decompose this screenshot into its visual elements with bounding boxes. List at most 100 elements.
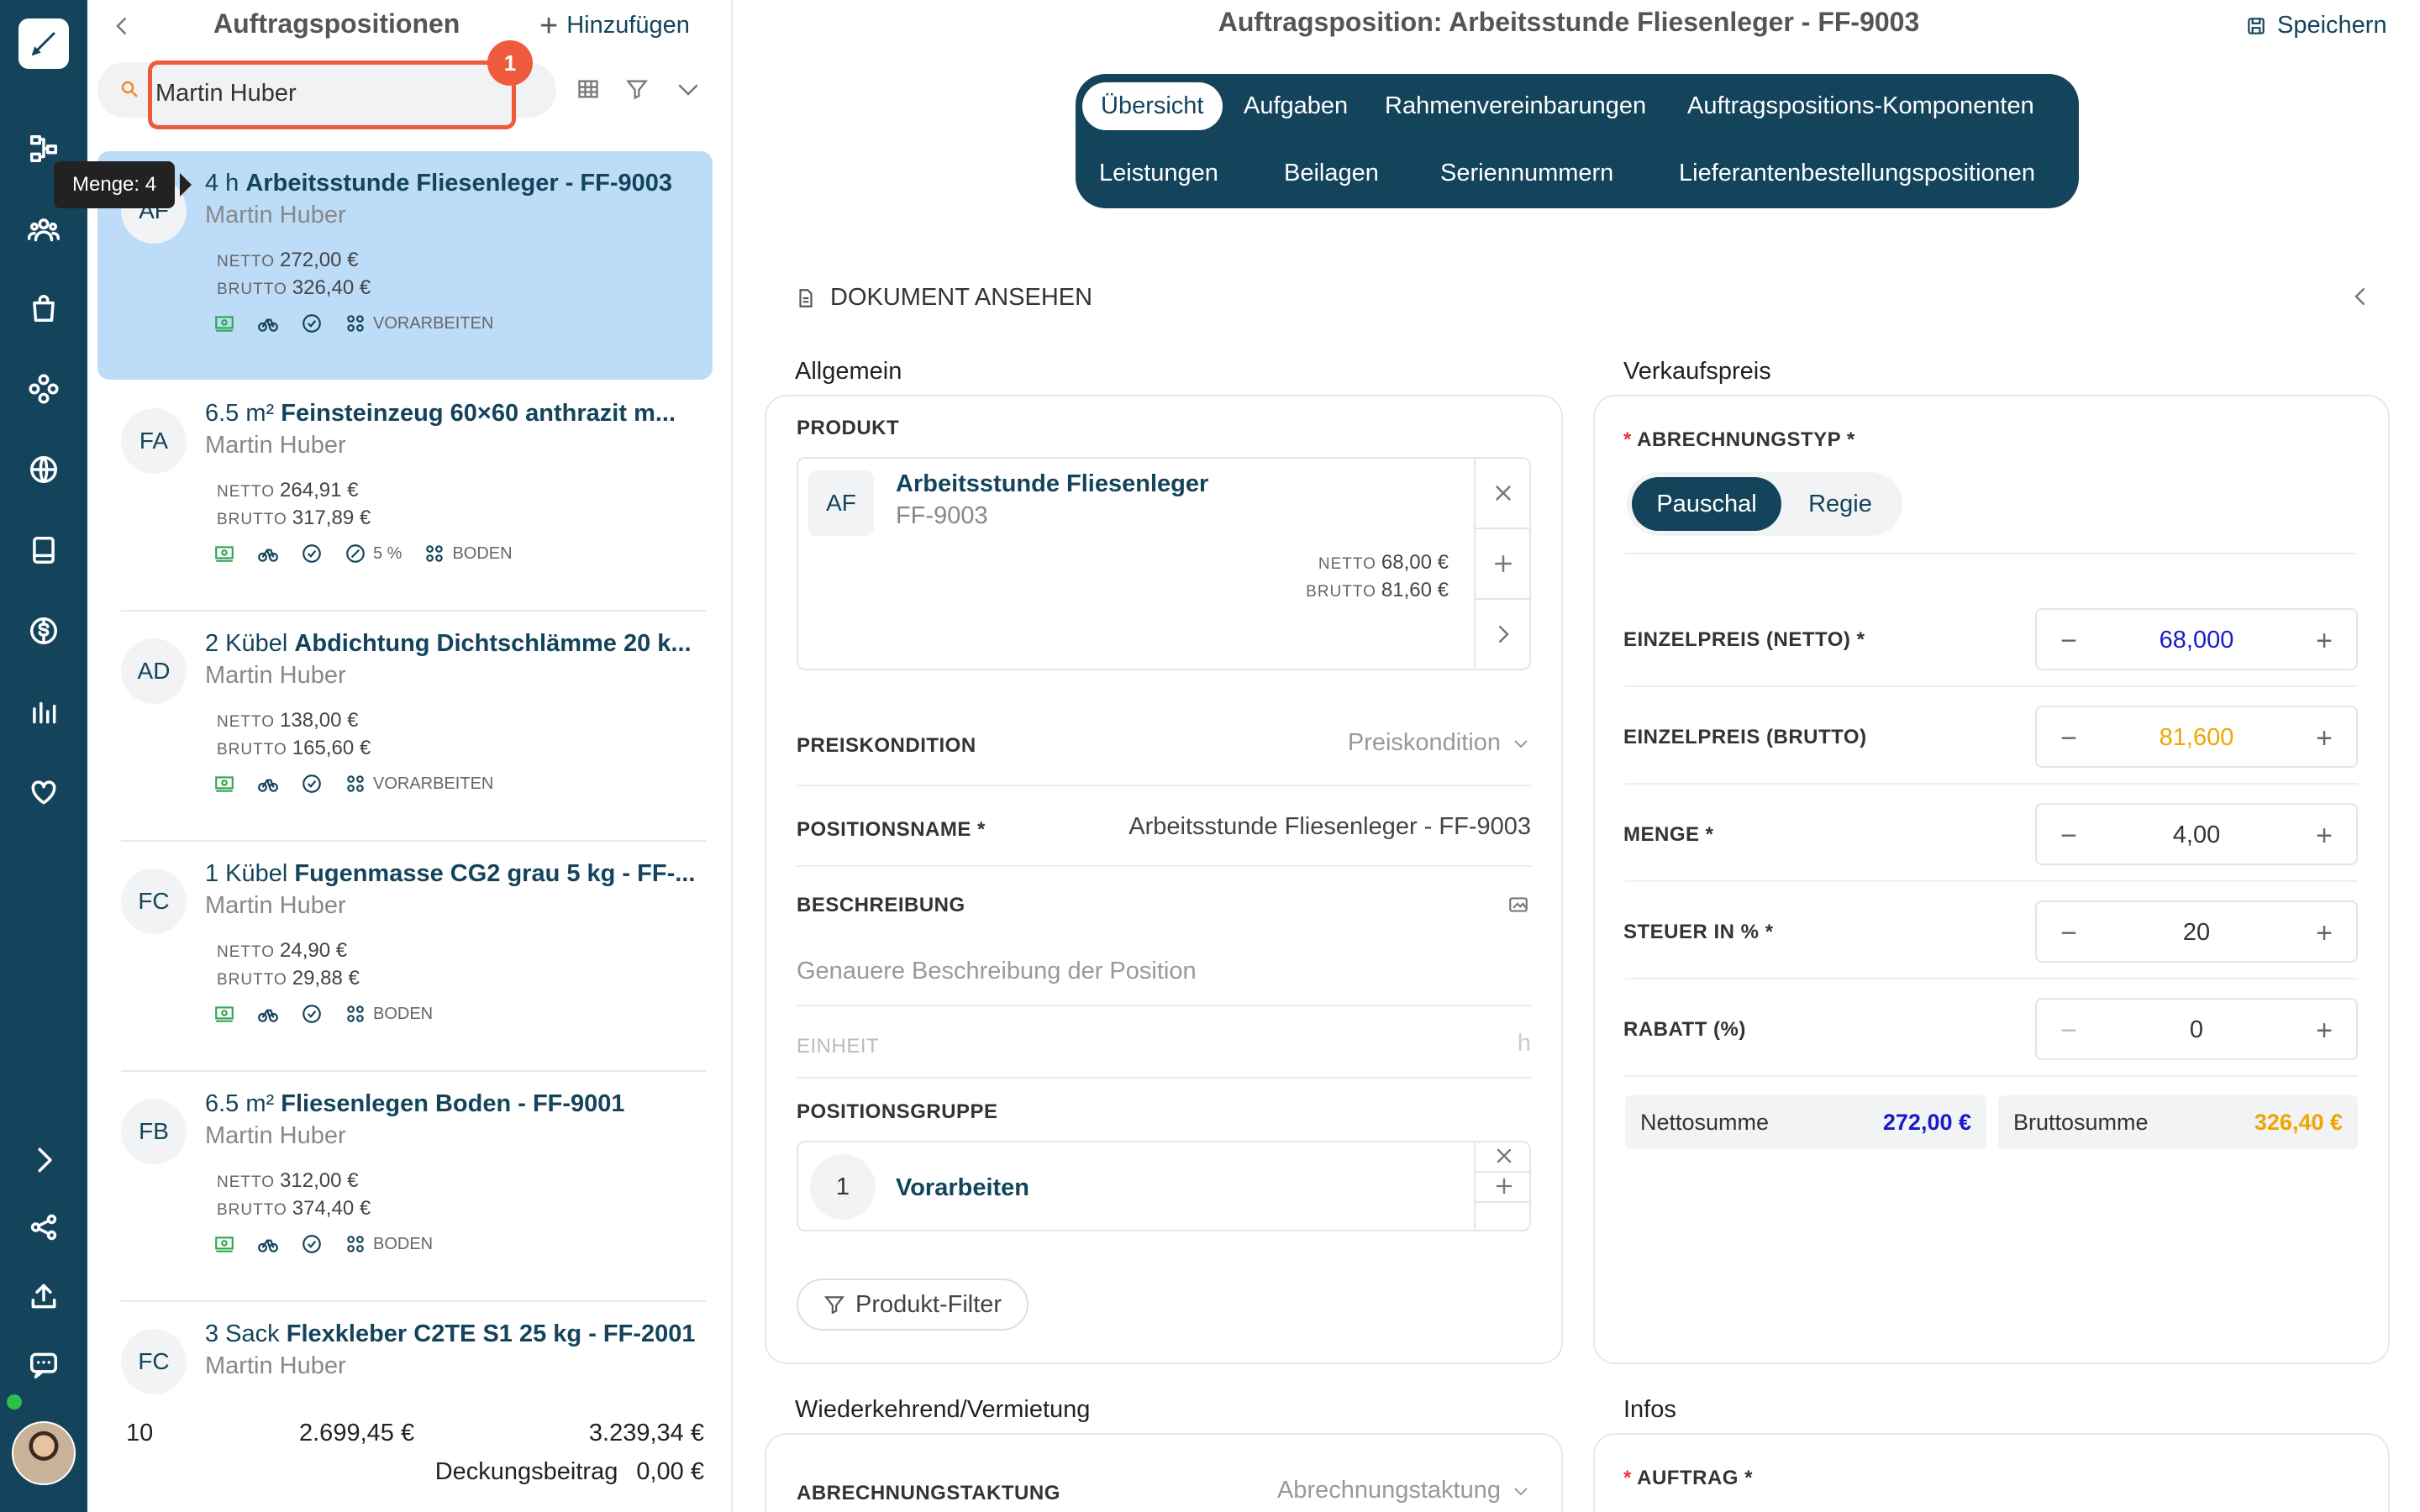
decrement-button[interactable]: − <box>2052 625 2086 658</box>
add-group-icon[interactable] <box>1492 1174 1516 1202</box>
heart-icon[interactable] <box>23 771 65 813</box>
item-avatar: FC <box>121 1329 187 1394</box>
book-icon[interactable] <box>23 529 65 571</box>
add-product-icon[interactable] <box>1491 551 1516 580</box>
check-circle-icon <box>301 773 323 795</box>
bruttosumme-label: Bruttosumme <box>2013 1110 2149 1135</box>
verkaufspreis-card <box>1593 395 2390 1364</box>
option-pauschal[interactable]: Pauschal <box>1632 477 1781 531</box>
chevron-down-icon[interactable] <box>676 77 701 107</box>
increment-button[interactable]: + <box>2307 820 2341 853</box>
expand-chevron-icon[interactable] <box>23 1139 65 1181</box>
discount-icon <box>346 544 365 563</box>
menge-input[interactable]: 4,00 <box>2087 822 2306 849</box>
item-group: BODEN <box>373 1004 434 1023</box>
check-circle-icon <box>301 312 323 334</box>
item-group: BODEN <box>452 543 513 563</box>
cash-icon <box>213 1233 235 1255</box>
tab-leistungen[interactable]: Leistungen <box>1099 160 1218 187</box>
tab-seriennummern[interactable]: Seriennummern <box>1440 160 1613 187</box>
menge-stepper: − 4,00 + <box>2035 803 2358 865</box>
einzelpreis-netto-input[interactable]: 68,000 <box>2087 627 2306 654</box>
positionsname-input[interactable]: Arbeitsstunde Fliesenleger - FF-9003 <box>1128 813 1531 841</box>
item-brutto: 165,60 € <box>292 737 371 759</box>
increment-button[interactable]: + <box>2307 1015 2341 1047</box>
users-icon[interactable] <box>23 208 65 250</box>
share-icon[interactable] <box>23 1206 65 1248</box>
clear-group-icon[interactable] <box>1492 1144 1516 1172</box>
tab-beilagen[interactable]: Beilagen <box>1284 160 1379 187</box>
nettosumme-box: Nettosumme 272,00 € <box>1625 1095 1986 1149</box>
rabatt-label: RABATT (%) <box>1623 1018 1746 1041</box>
globe-icon[interactable] <box>23 449 65 491</box>
decrement-button[interactable]: − <box>2052 917 2086 950</box>
dollar-icon[interactable] <box>23 610 65 652</box>
increment-button[interactable]: + <box>2307 625 2341 658</box>
einzelpreis-brutto-stepper: − 81,600 + <box>2035 706 2358 768</box>
increment-button[interactable]: + <box>2307 722 2341 755</box>
decrement-button[interactable]: − <box>2052 722 2086 755</box>
item-avatar: FB <box>121 1099 187 1164</box>
list-item[interactable]: AD 2 Kübel Abdichtung Dichtschlämme 20 k… <box>97 612 713 840</box>
product-name: Arbeitsstunde Fliesenleger <box>896 470 1209 497</box>
item-netto: 272,00 € <box>280 249 359 271</box>
action-separator <box>1476 528 1531 529</box>
option-regie[interactable]: Regie <box>1781 477 1899 531</box>
app-logo-icon[interactable] <box>18 18 69 69</box>
open-product-icon[interactable] <box>1491 622 1516 651</box>
tooltip-arrow <box>180 173 192 197</box>
tab-auftragspositions-komponenten[interactable]: Auftragspositions-Komponenten <box>1687 92 2034 120</box>
quantity-tooltip: Menge: 4 <box>54 161 176 208</box>
total-brutto: 3.239,34 € <box>588 1420 704 1446</box>
steuer-input[interactable]: 20 <box>2087 919 2306 947</box>
decrement-button[interactable]: − <box>2052 1015 2086 1047</box>
search-input[interactable] <box>155 76 492 110</box>
search-icon <box>119 79 141 101</box>
shopping-bag-icon[interactable] <box>23 287 65 329</box>
item-tags: 5 % BODEN <box>213 543 513 564</box>
beschreibung-input[interactable]: Genauere Beschreibung der Position <box>797 958 1197 985</box>
clear-product-icon[interactable] <box>1491 480 1516 510</box>
decrement-button[interactable]: − <box>2052 820 2086 853</box>
table-view-icon[interactable] <box>576 77 600 105</box>
produkt-filter-button[interactable]: Produkt-Filter <box>797 1278 1029 1331</box>
image-icon[interactable] <box>1507 894 1529 920</box>
tab-uebersicht[interactable]: Übersicht <box>1082 82 1223 130</box>
list-item[interactable]: FC 1 Kübel Fugenmasse CG2 grau 5 kg - FF… <box>97 842 713 1070</box>
chart-icon[interactable] <box>23 690 65 732</box>
preiskondition-select[interactable]: Preiskondition <box>1348 729 1531 757</box>
view-document-link[interactable]: DOKUMENT ANSEHEN <box>795 284 1092 312</box>
list-item[interactable]: FC 3 Sack Flexkleber C2TE S1 25 kg - FF-… <box>97 1302 713 1411</box>
einzelpreis-netto-label: EINZELPREIS (NETTO) * <box>1623 628 1865 651</box>
list-item[interactable]: FB 6.5 m² Fliesenlegen Boden - FF-9001 M… <box>97 1072 713 1300</box>
rabatt-input[interactable]: 0 <box>2087 1016 2306 1044</box>
add-button[interactable]: + Hinzufügen <box>539 10 690 42</box>
filter-icon[interactable] <box>625 77 649 105</box>
tab-lieferantenbestellungspositionen[interactable]: Lieferantenbestellungspositionen <box>1679 160 2035 187</box>
field-divider <box>797 1077 1531 1079</box>
product-avatar: AF <box>808 470 874 536</box>
collapse-chevron-icon[interactable] <box>2348 284 2373 313</box>
chat-icon[interactable] <box>23 1344 65 1386</box>
product-box[interactable]: AF Arbeitsstunde Fliesenleger FF-9003 NE… <box>797 457 1531 670</box>
item-name: Fugenmasse CG2 grau 5 kg - FF-... <box>294 860 696 887</box>
group-actions-divider <box>1474 1142 1476 1230</box>
item-avatar: AD <box>121 638 187 704</box>
item-netto: 24,90 € <box>280 939 348 962</box>
page-title: Auftragsposition: Arbeitsstunde Fliesenl… <box>1218 7 1920 37</box>
increment-button[interactable]: + <box>2307 917 2341 950</box>
tab-aufgaben[interactable]: Aufgaben <box>1244 92 1348 120</box>
save-button[interactable]: Speichern <box>2245 12 2387 39</box>
back-chevron-icon[interactable] <box>109 13 134 43</box>
positionsgruppe-box[interactable]: 1 Vorarbeiten <box>797 1141 1531 1231</box>
list-item[interactable]: FA 6.5 m² Feinsteinzeug 60×60 anthrazit … <box>97 381 713 610</box>
einzelpreis-brutto-input[interactable]: 81,600 <box>2087 724 2306 752</box>
bike-icon <box>257 773 279 795</box>
user-avatar[interactable] <box>12 1421 76 1485</box>
upload-icon[interactable] <box>23 1275 65 1317</box>
document-icon <box>799 288 813 307</box>
field-divider <box>797 1005 1531 1006</box>
tab-rahmenvereinbarungen[interactable]: Rahmenvereinbarungen <box>1385 92 1646 120</box>
components-icon[interactable] <box>23 368 65 410</box>
abrechnungstaktung-select[interactable]: Abrechnungstaktung <box>1277 1477 1531 1504</box>
